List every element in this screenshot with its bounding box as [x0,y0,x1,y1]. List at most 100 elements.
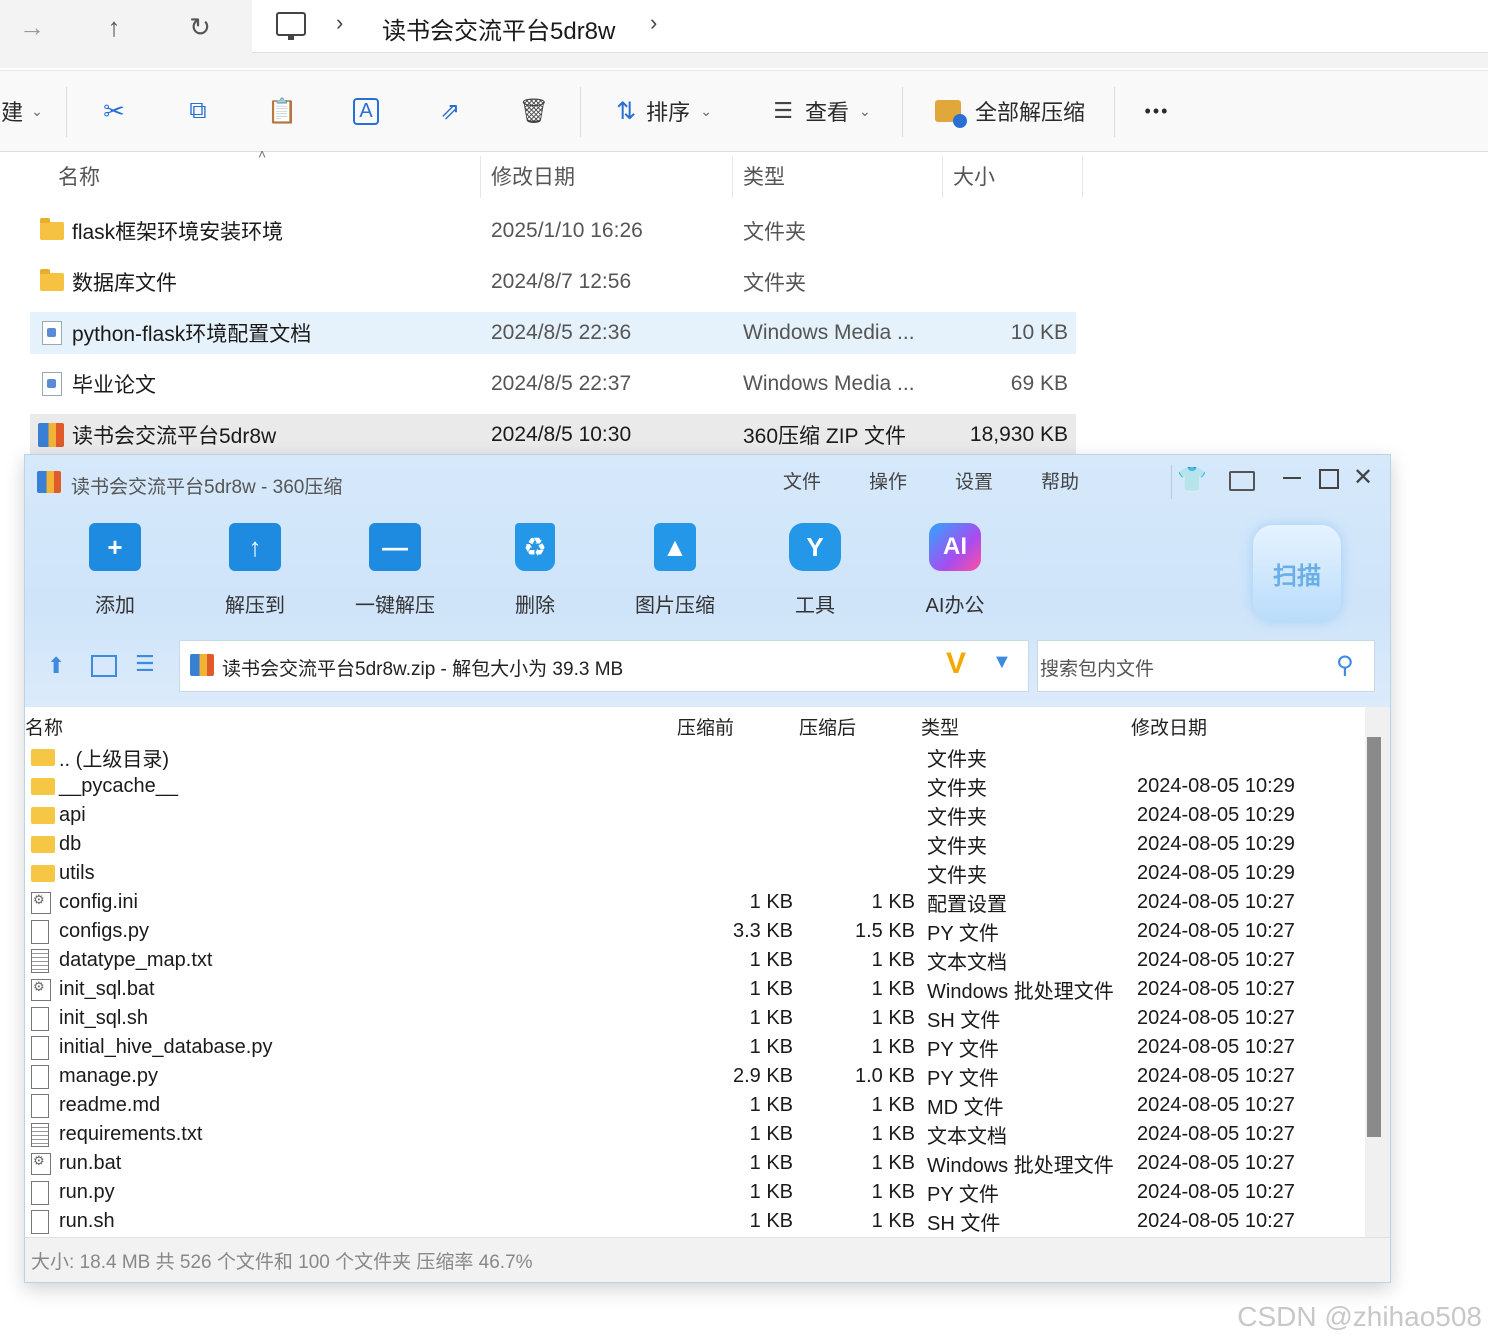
file-row[interactable]: 毕业论文 2024/8/5 22:37 Windows Media ... 69… [30,363,1076,405]
archive-row[interactable]: .. (上级目录) 文件夹 [25,743,1365,772]
row-size-before: 2.9 KB [732,1065,793,1087]
extract-folder-icon: ↑ [229,523,281,571]
archive-row[interactable]: readme.md 1 KB 1 KB MD 文件 2024-08-05 10:27 [25,1091,1365,1120]
maximize-icon[interactable] [1319,469,1339,489]
share-button[interactable]: ⇗ [428,91,472,131]
sort-button[interactable]: ⇅ 排序 ⌄ [604,91,724,131]
paste-button[interactable]: 📋 [260,91,304,131]
file-icon [31,1006,49,1031]
row-type: PY 文件 [927,1068,999,1090]
zip-delete-button[interactable]: ♻ 删除 [480,523,590,623]
archive-row[interactable]: requirements.txt 1 KB 1 KB 文本文档 2024-08-05 1… [25,1120,1365,1149]
file-icon [31,919,49,944]
archive-row[interactable]: initial_hive_database.py 1 KB 1 KB PY 文件 202… [25,1033,1365,1062]
rename-button[interactable]: A [344,91,388,131]
scrollbar-thumb[interactable] [1367,737,1381,1137]
ai-office-button[interactable]: AI AI办公 [900,523,1010,623]
extract-all-button[interactable]: 全部解压缩 [930,91,1090,131]
view-button[interactable]: ☰ 查看 ⌄ [762,91,882,131]
list-header-after[interactable]: 压缩后 [799,711,856,741]
refresh-button[interactable]: ↻ [176,8,224,46]
tools-button[interactable]: Y 工具 [760,523,870,623]
close-icon[interactable]: ✕ [1353,463,1373,492]
search-icon[interactable]: ⚲ [1336,651,1354,680]
row-modified: 2024-08-05 10:27 [1137,949,1295,971]
scan-button[interactable]: 扫描 [1253,525,1341,621]
archive-row[interactable]: utils 文件夹 2024-08-05 10:29 [25,859,1365,888]
list-header-before[interactable]: 压缩前 [677,711,734,741]
toolbar-divider [66,87,67,137]
v-logo-icon[interactable]: V [946,647,966,681]
dropdown-arrow-icon[interactable]: ▼ [992,651,1012,674]
column-header-name[interactable]: 名称 [58,160,100,192]
monitor-stand [288,34,294,40]
row-size-after: 1 KB [871,1210,915,1232]
delete-button[interactable]: 🗑 [512,91,556,131]
archive-row[interactable]: manage.py 2.9 KB 1.0 KB PY 文件 2024-08-05 10:… [25,1062,1365,1091]
row-size-after: 1 KB [871,1094,915,1116]
archive-row[interactable]: config.ini 1 KB 1 KB 配置设置 2024-08-05 10:27 [25,888,1365,917]
row-name: db [59,833,82,855]
thumbnail-view-icon[interactable] [91,655,117,677]
skin-shirt-icon[interactable]: 👕 [1177,465,1207,494]
column-header-type[interactable]: 类型 [743,160,785,192]
breadcrumb-current-folder[interactable]: 读书会交流平台5dr8w [382,11,615,46]
breadcrumb-expand-icon[interactable]: › [650,10,657,36]
extract-to-button[interactable]: ↑ 解压到 [200,523,310,623]
archive-row[interactable]: init_sql.sh 1 KB 1 KB SH 文件 2024-08-05 10:27 [25,1004,1365,1033]
row-modified: 2024-08-05 10:29 [1137,775,1295,797]
list-header-name[interactable]: 名称 [25,711,63,741]
copy-button[interactable]: ⧉ [176,91,220,131]
row-size-after: 1 KB [871,1181,915,1203]
image-compress-button[interactable]: ▲ 图片压缩 [620,523,730,623]
archive-row[interactable]: configs.py 3.3 KB 1.5 KB PY 文件 2024-08-05 10… [25,917,1365,946]
file-name: python-flask环境配置文档 [72,323,312,346]
minimize-icon[interactable] [1283,477,1301,479]
column-header-size[interactable]: 大小 [953,160,995,192]
zip-window-header: 读书会交流平台5dr8w - 360压缩 文件 操作 设置 帮助 👕 ✕ + 添… [25,455,1390,707]
menu-file[interactable]: 文件 [783,467,821,494]
archive-row[interactable]: datatype_map.txt 1 KB 1 KB 文本文档 2024-08-05 1… [25,946,1365,975]
archive-row[interactable]: run.bat 1 KB 1 KB Windows 批处理文件 2024-08-05 1… [25,1149,1365,1178]
chevron-down-icon: ⌄ [700,102,712,119]
row-type: SH 文件 [927,1213,1001,1235]
row-icon-cell [31,946,49,975]
menu-help[interactable]: 帮助 [1041,467,1079,494]
file-modified: 2025/1/10 16:26 [491,219,643,242]
file-row-selected[interactable]: python-flask环境配置文档 2024/8/5 22:36 Window… [30,312,1076,354]
row-size-before: 1 KB [749,1094,793,1116]
archive-row[interactable]: run.py 1 KB 1 KB PY 文件 2024-08-05 10:27 [25,1178,1365,1207]
file-row[interactable]: flask框架环境安装环境 2025/1/10 16:26 文件夹 [30,210,1076,252]
refresh-icon: ↻ [189,11,211,42]
list-view-icon[interactable]: ☰ [135,651,155,677]
column-divider [480,156,481,198]
menu-operations[interactable]: 操作 [869,467,907,494]
archive-row[interactable]: init_sql.bat 1 KB 1 KB Windows 批处理文件 2024-08… [25,975,1365,1004]
feedback-icon[interactable] [1229,471,1255,491]
add-button[interactable]: + 添加 [60,523,170,623]
list-header-modified[interactable]: 修改日期 [1131,711,1207,741]
archive-row[interactable]: api 文件夹 2024-08-05 10:29 [25,801,1365,830]
cut-button[interactable]: ✂ [92,91,136,131]
file-row-hover[interactable]: 读书会交流平台5dr8w 2024/8/5 10:30 360压缩 ZIP 文件… [30,414,1076,456]
new-button[interactable]: 建 ⌄ [0,91,44,131]
column-header-modified[interactable]: 修改日期 [491,160,575,192]
menu-settings[interactable]: 设置 [955,467,993,494]
archive-path-bar[interactable]: 读书会交流平台5dr8w.zip - 解包大小为 39.3 MB V ▼ [179,640,1029,692]
archive-row[interactable]: run.sh 1 KB 1 KB SH 文件 2024-08-05 10:27 [25,1207,1365,1236]
archive-row[interactable]: __pycache__ 文件夹 2024-08-05 10:29 [25,772,1365,801]
parent-dir-arrow-icon[interactable]: ⬆ [47,653,65,679]
one-click-extract-button[interactable]: — 一键解压 [340,523,450,623]
file-icon [31,1180,49,1205]
list-header-type[interactable]: 类型 [921,711,959,741]
file-row[interactable]: 数据库文件 2024/8/7 12:56 文件夹 [30,261,1076,303]
folder-icon [40,269,64,291]
forward-button[interactable]: → [8,8,56,46]
row-type: 文件夹 [927,749,987,771]
row-type: 文本文档 [927,1126,1007,1148]
address-bar[interactable]: › 读书会交流平台5dr8w › [252,0,1488,53]
archive-search-input[interactable]: 搜索包内文件 ⚲ [1037,640,1375,692]
more-options-button[interactable]: ••• [1134,91,1180,131]
archive-row[interactable]: db 文件夹 2024-08-05 10:29 [25,830,1365,859]
up-button[interactable]: ↑ [90,8,138,46]
